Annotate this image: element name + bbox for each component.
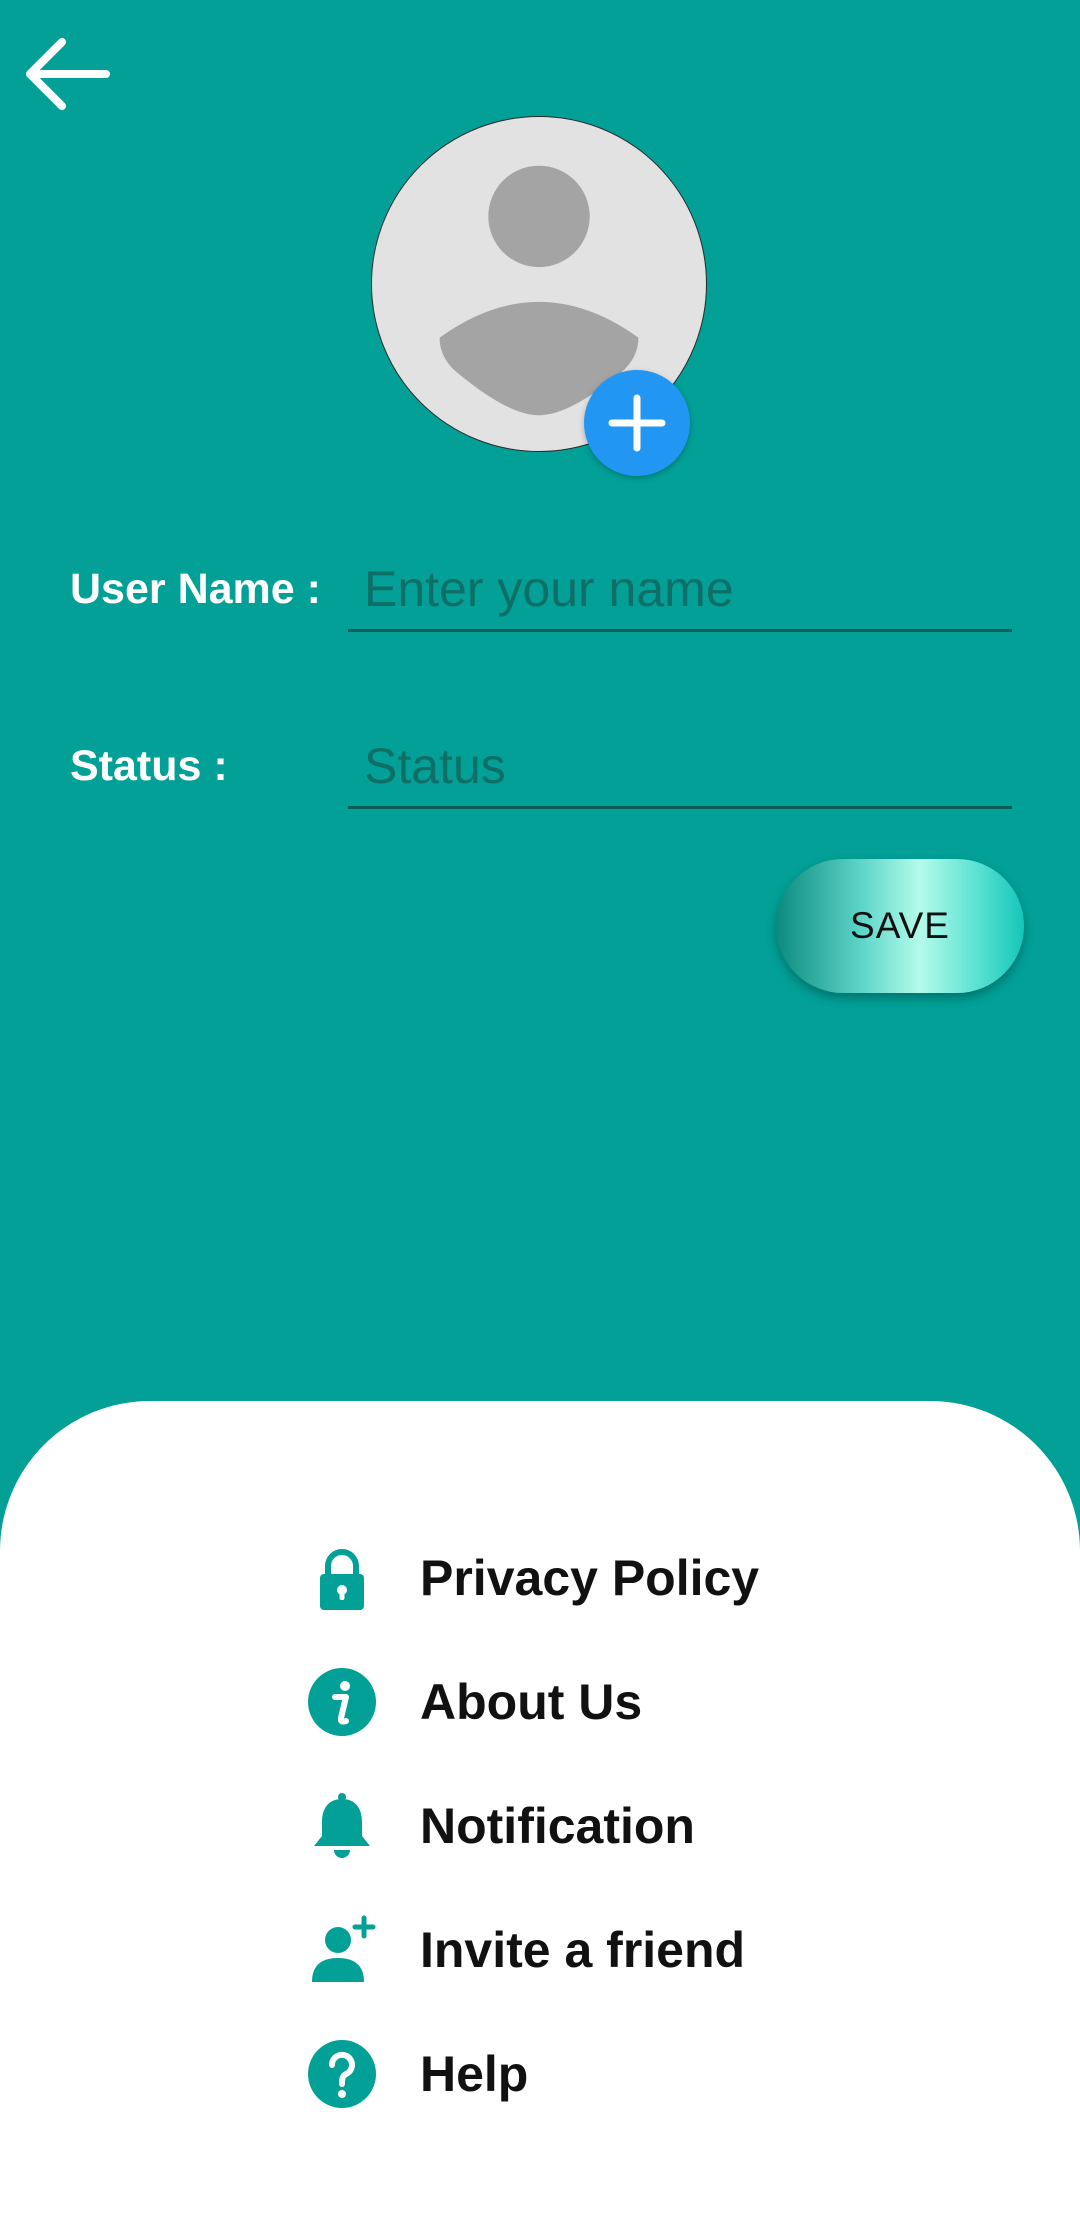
menu-item-label: About Us [420, 1674, 643, 1730]
username-label: User Name : [70, 565, 321, 613]
profile-screen: User Name : Status : SAVE Privacy Policy [0, 0, 1080, 2219]
add-photo-button[interactable] [584, 370, 690, 476]
menu-item-privacy-policy[interactable]: Privacy Policy [306, 1538, 759, 1618]
info-icon [306, 1666, 378, 1738]
status-input[interactable] [348, 725, 1012, 809]
menu-item-label: Invite a friend [420, 1922, 746, 1978]
add-person-icon [306, 1914, 378, 1986]
bell-icon [306, 1790, 378, 1862]
menu-item-notification[interactable]: Notification [306, 1786, 695, 1866]
save-button[interactable]: SAVE [776, 859, 1024, 993]
menu-item-about-us[interactable]: About Us [306, 1662, 642, 1742]
menu-item-help[interactable]: Help [306, 2034, 528, 2114]
arrow-left-icon [26, 38, 110, 110]
lock-icon [306, 1542, 378, 1614]
menu-item-label: Privacy Policy [420, 1550, 760, 1606]
status-label: Status : [70, 742, 228, 790]
back-button[interactable] [22, 34, 114, 114]
username-input[interactable] [348, 548, 1012, 632]
menu-item-label: Notification [420, 1798, 695, 1854]
menu-item-invite-friend[interactable]: Invite a friend [306, 1910, 745, 1990]
menu-item-label: Help [420, 2046, 529, 2102]
plus-icon [608, 394, 666, 452]
settings-sheet: Privacy Policy About Us Notification Inv… [0, 1401, 1080, 2219]
help-icon [306, 2038, 378, 2110]
